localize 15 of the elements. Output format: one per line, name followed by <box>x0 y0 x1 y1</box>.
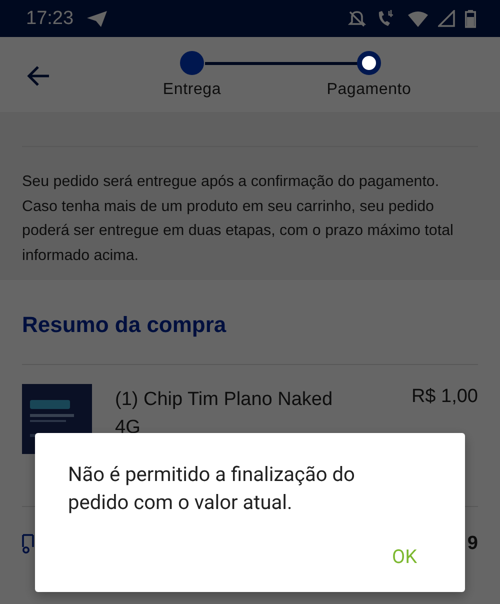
delivery-note: Seu pedido será entregue após a confirmação do pagamento. Caso tenha mais de um produto em seu carrinho, seu pedido poderá ser entregue em duas etapas, com o prazo máximo total informado acima. <box>22 172 454 266</box>
wifi-icon <box>408 10 428 26</box>
clock: 17:23 <box>26 8 74 30</box>
product-price: R$ 1,00 <box>411 386 478 408</box>
ok-button[interactable]: OK <box>384 541 425 572</box>
shipping-price: 9 <box>467 533 478 555</box>
step-label: Pagamento <box>326 81 412 99</box>
muted-bell-icon <box>348 10 366 28</box>
step-label: Entrega <box>162 81 222 99</box>
battery-icon <box>465 10 476 28</box>
dialog-message: Não é permitido a finalização do pedido com o valor atual. <box>68 461 356 516</box>
product-name: (1) Chip Tim Plano Naked 4G <box>115 388 334 440</box>
paper-plane-icon <box>86 10 108 28</box>
section-title: Resumo da compra <box>22 312 228 338</box>
signal-icon <box>438 10 455 27</box>
